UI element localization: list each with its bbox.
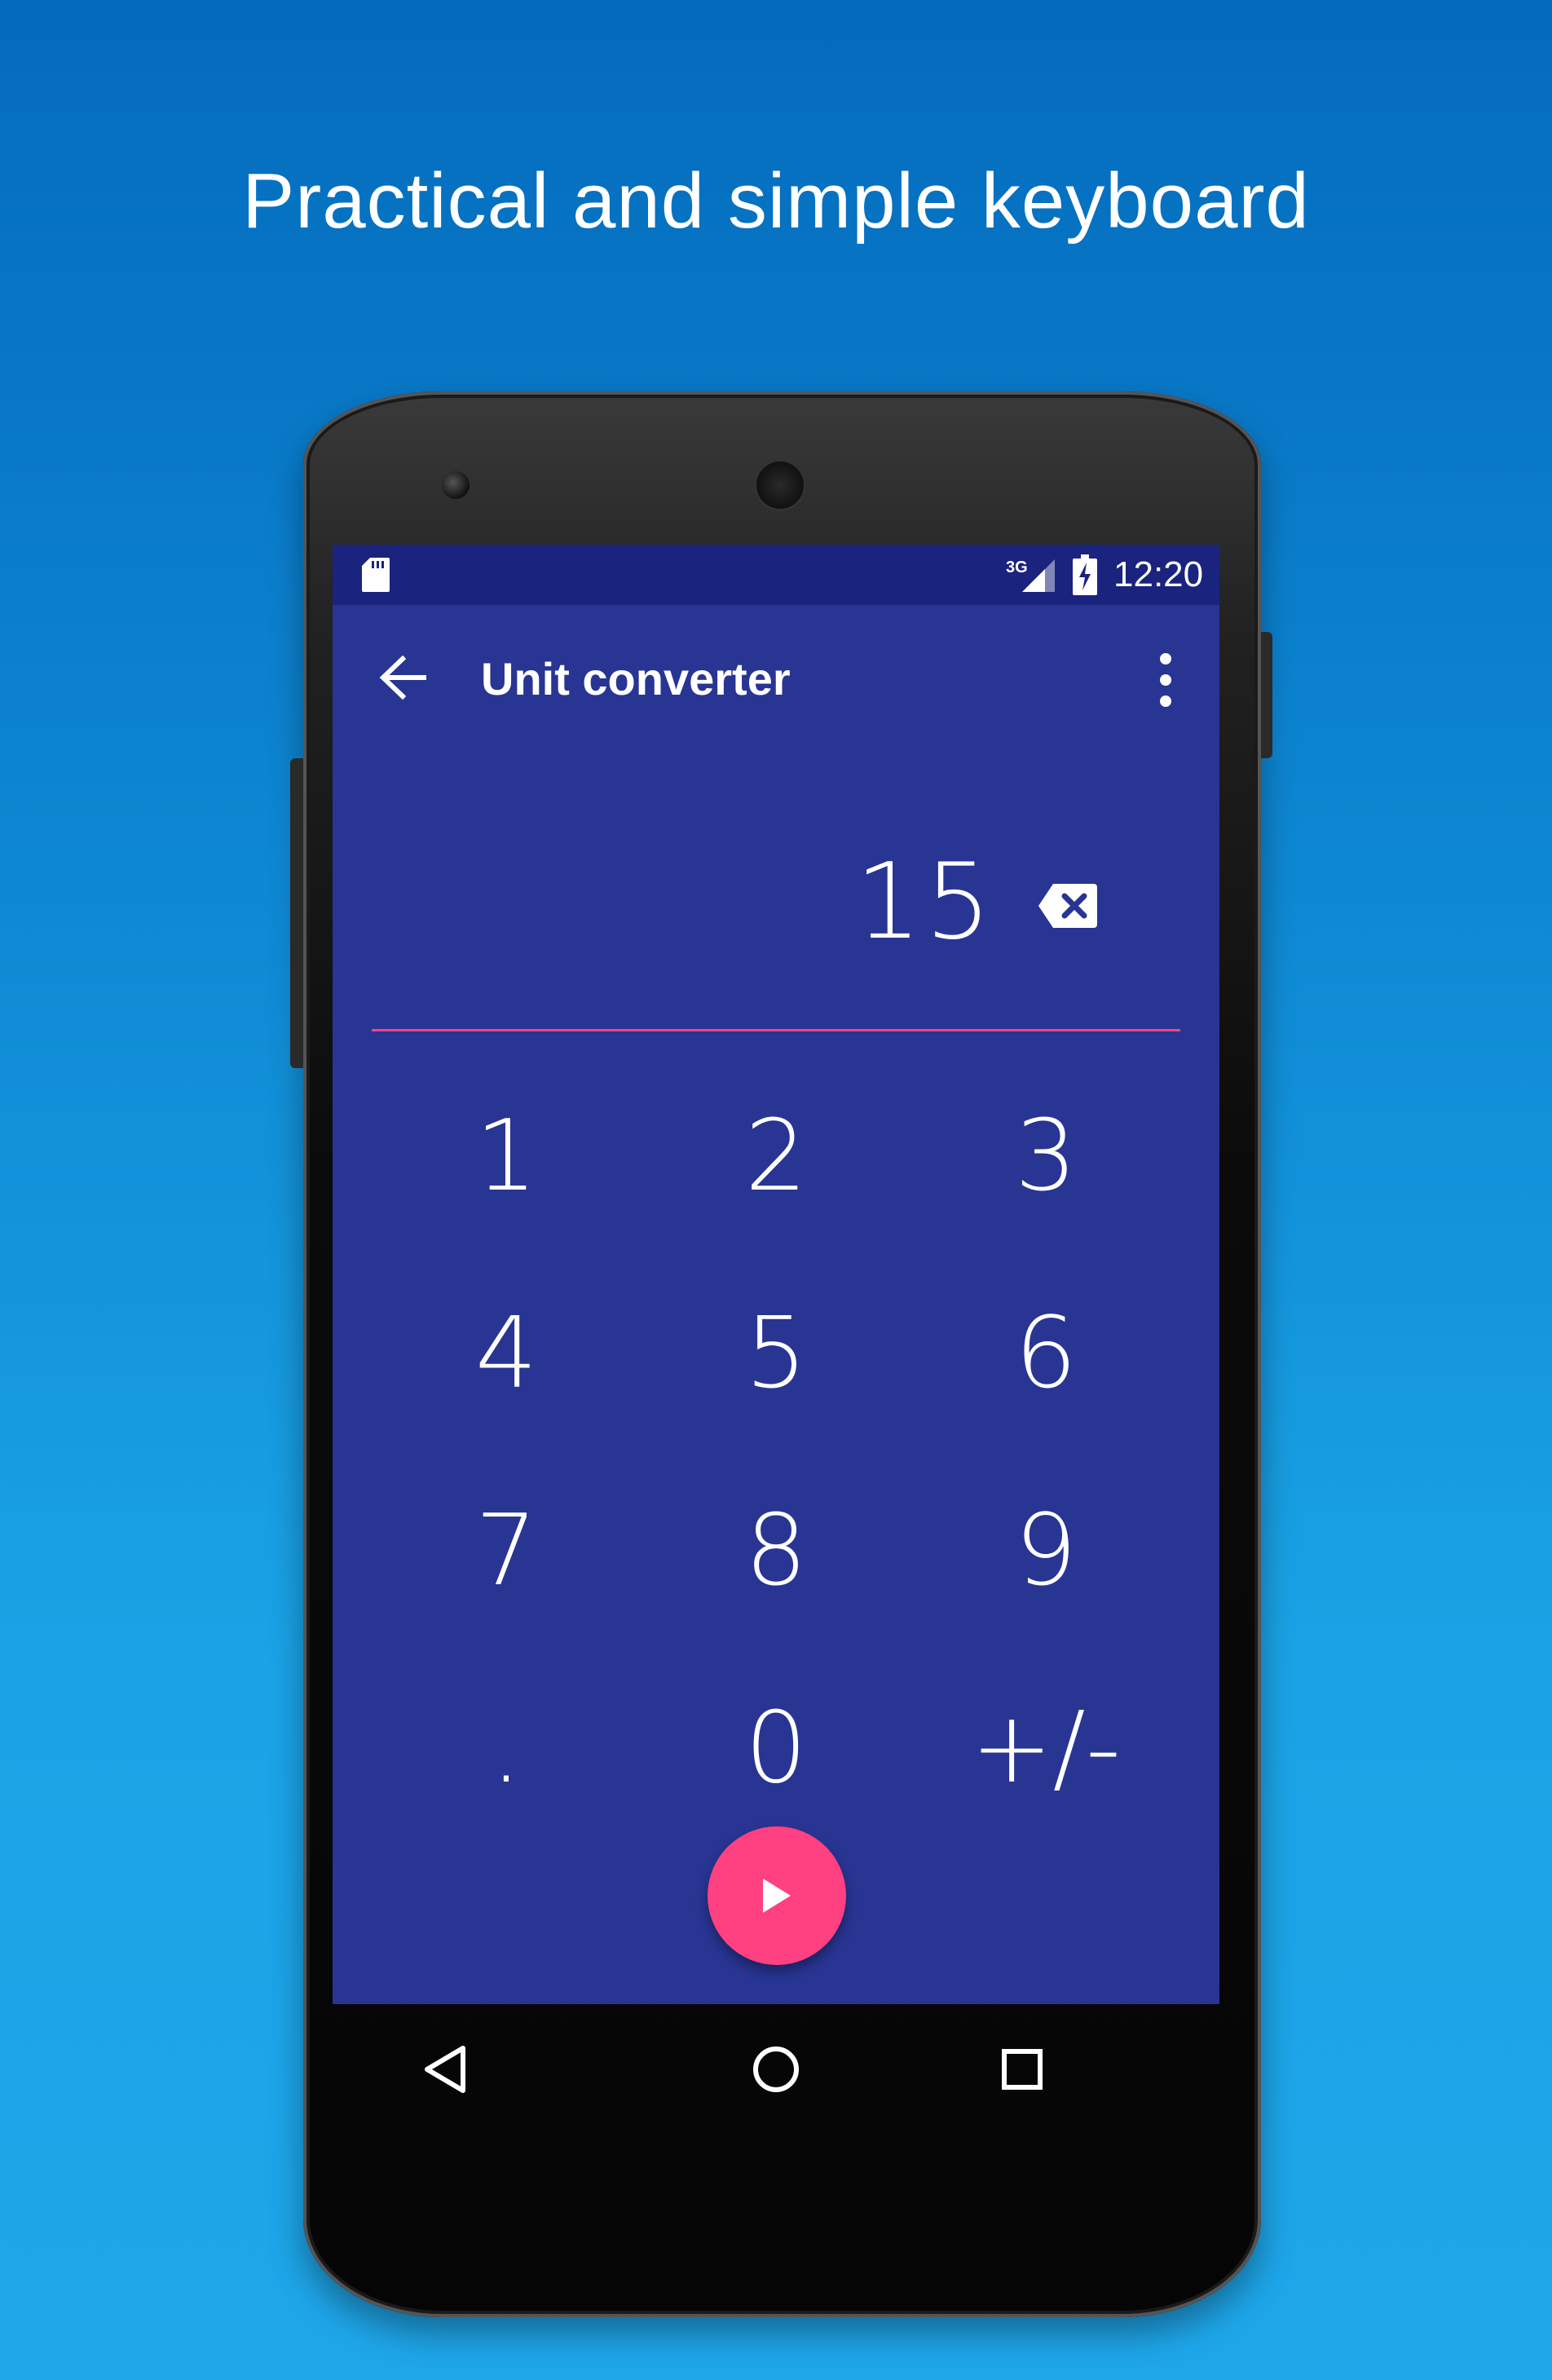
volume-button [290,758,303,1068]
key-1[interactable]: 1 [372,1058,641,1254]
signal-3g-icon: 3G [1006,559,1055,592]
input-display: 15 [333,752,1219,1029]
app-toolbar: Unit converter [333,605,1219,752]
key-0[interactable]: 0 [642,1650,910,1846]
numeric-keypad: 1 2 3 4 5 6 7 8 9 . 0 +/- [372,1058,1180,1841]
input-value: 15 [855,841,994,963]
app-screen: 3G 12:20 Unit converter 15 1 2 3 4 5 6 7… [333,545,1219,2004]
key-8[interactable]: 8 [642,1453,910,1649]
status-time: 12:20 [1113,554,1204,594]
circle-home-icon[interactable] [743,2037,809,2102]
status-bar: 3G 12:20 [333,545,1219,605]
arrow-left-icon[interactable] [367,641,440,714]
network-label: 3G [1006,559,1028,576]
power-button [1261,632,1272,758]
key-2[interactable]: 2 [642,1058,910,1254]
key-9[interactable]: 9 [911,1453,1180,1649]
square-recents-icon[interactable] [990,2037,1055,2102]
play-icon [763,1879,791,1913]
key-5[interactable]: 5 [642,1256,910,1451]
system-nav-bar [333,2004,1219,2135]
earpiece-speaker [756,461,804,509]
key-4[interactable]: 4 [372,1256,641,1451]
convert-button[interactable] [708,1826,846,1965]
triangle-back-icon[interactable] [414,2037,479,2102]
key-plus-minus[interactable]: +/- [911,1650,1180,1846]
battery-charging-icon [1073,554,1097,595]
page-title: Unit converter [481,653,791,704]
key-decimal[interactable]: . [372,1650,641,1846]
promo-headline: Practical and simple keyboard [242,157,1310,245]
input-underline [372,1029,1180,1031]
front-camera [442,471,470,499]
backspace-icon[interactable] [1037,882,1099,929]
key-3[interactable]: 3 [911,1058,1180,1254]
sd-card-icon [362,558,390,592]
more-vert-icon[interactable] [1143,641,1188,719]
key-7[interactable]: 7 [372,1453,641,1649]
key-6[interactable]: 6 [911,1256,1180,1451]
